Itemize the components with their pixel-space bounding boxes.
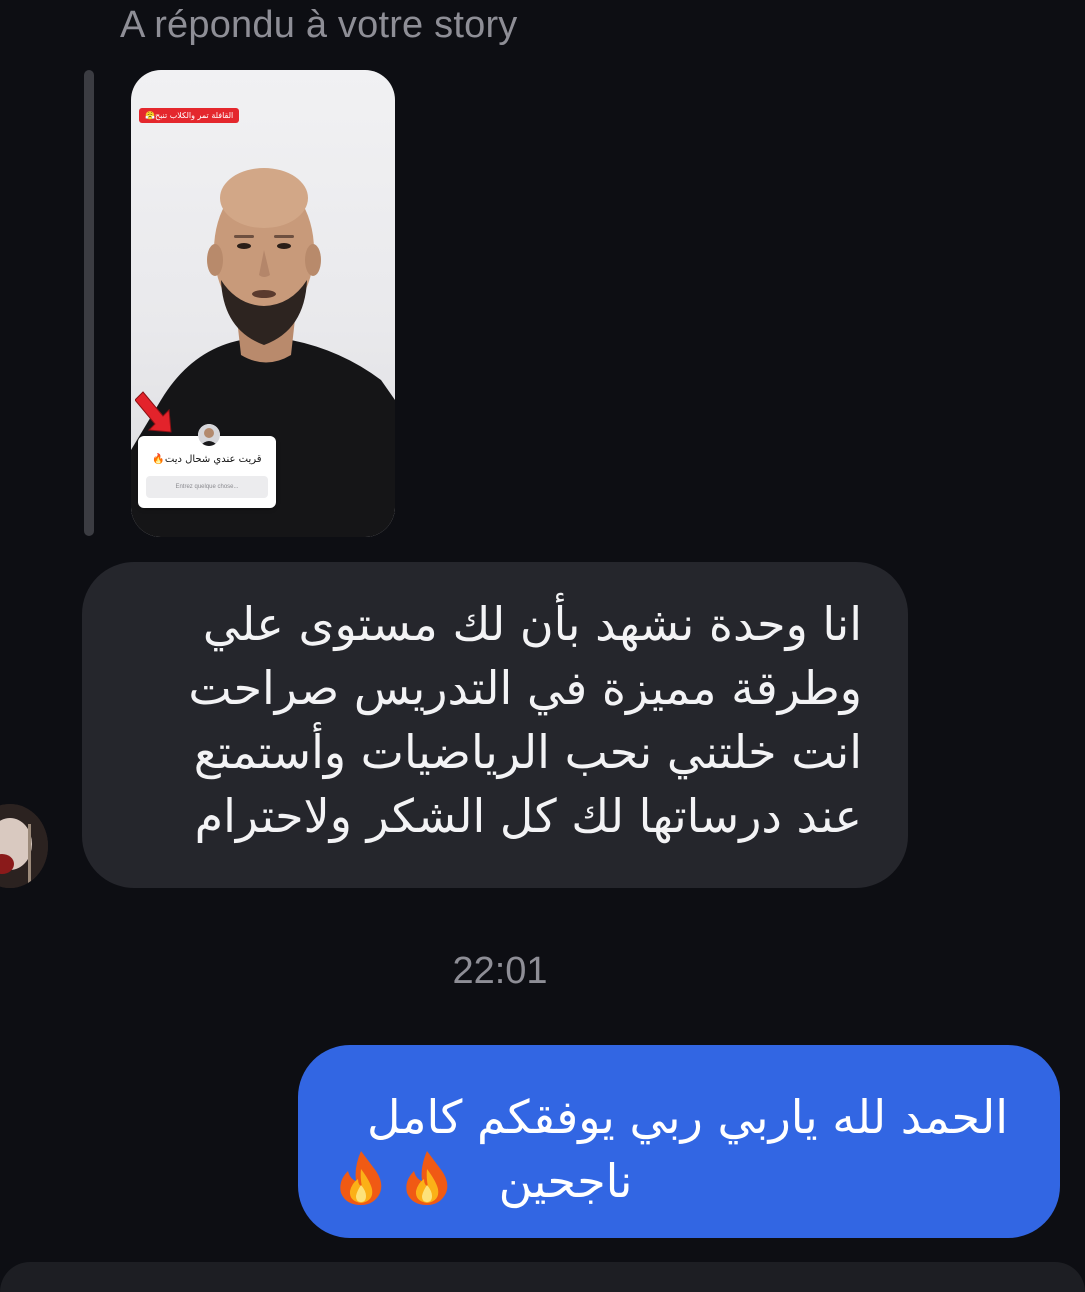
outgoing-message-bubble[interactable]: الحمد لله ياربي ربي يوفقكم كامل ناجحين: [298, 1045, 1060, 1238]
message-word: ناجحين: [498, 1154, 633, 1208]
message-line: عند درساتها لك كل الشكر ولاحترام: [194, 789, 862, 843]
story-banner: القافلة تمر والكلاب تنبح😤: [139, 108, 240, 123]
fire-emoji-icon: [406, 1151, 448, 1205]
message-line: وطرقة مميزة في التدريس صراحت: [188, 661, 862, 715]
message-line: انت خلتني نحب الرياضيات وأستمتع: [193, 725, 862, 779]
reply-quote-bar: [84, 70, 94, 536]
incoming-message-text: انا وحدة نشهد بأن لك مستوى علي وطرقة ممي…: [122, 592, 862, 848]
message-line: الحمد لله ياربي ربي يوفقكم كامل: [366, 1090, 1008, 1144]
question-input: Entrez quelque chose...: [146, 476, 268, 498]
sticker-avatar: [198, 424, 220, 446]
story-reply-label: A répondu à votre story: [120, 4, 518, 46]
red-arrow-icon: [135, 391, 172, 433]
fire-emoji-icon: [340, 1151, 382, 1205]
incoming-message-bubble[interactable]: انا وحدة نشهد بأن لك مستوى علي وطرقة ممي…: [82, 562, 908, 888]
question-text: قريت عندي شحال ديت🔥: [152, 454, 262, 465]
message-line: انا وحدة نشهد بأن لك مستوى علي: [202, 597, 862, 651]
question-sticker: قريت عندي شحال ديت🔥 Entrez quelque chose…: [138, 424, 276, 508]
story-thumbnail[interactable]: القافلة تمر والكلاب تنبح😤 قريت عندي شحال…: [131, 70, 395, 537]
sender-avatar[interactable]: [0, 804, 48, 888]
outgoing-message-text: الحمد لله ياربي ربي يوفقكم كامل ناجحين: [328, 1085, 1008, 1213]
message-timestamp: 22:01: [452, 950, 548, 992]
message-line-with-emoji: ناجحين: [328, 1149, 1008, 1213]
message-composer[interactable]: [0, 1262, 1085, 1292]
